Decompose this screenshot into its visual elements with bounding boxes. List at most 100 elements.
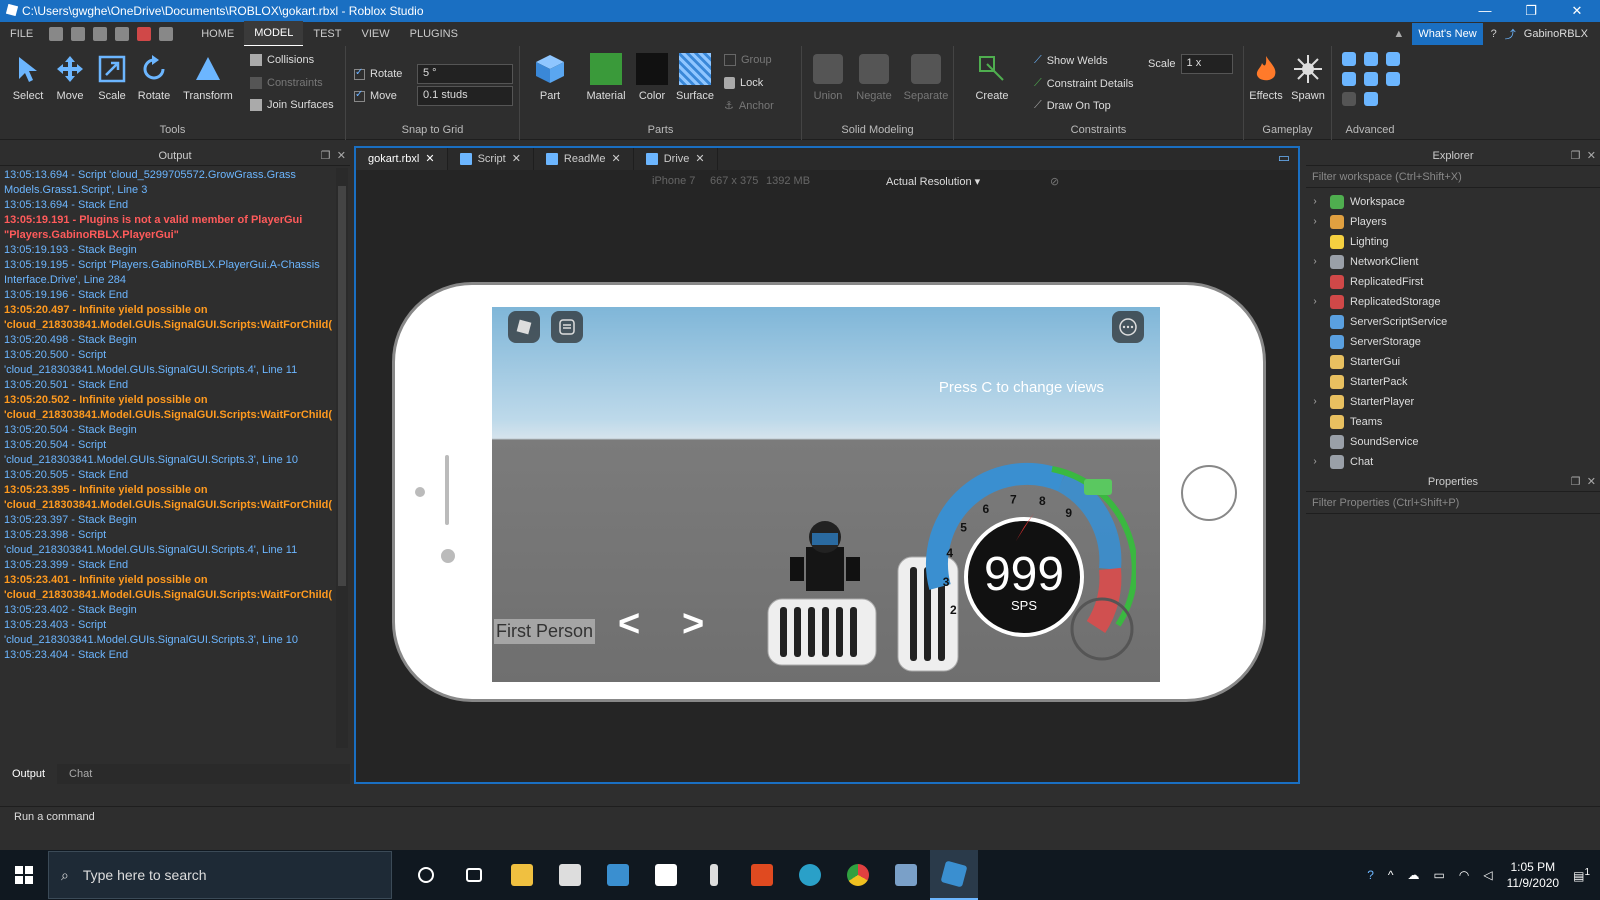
explorer-item[interactable]: Lighting: [1306, 232, 1600, 252]
advanced-tool-icon[interactable]: [1364, 52, 1378, 66]
chevron-right-icon[interactable]: ›: [1306, 192, 1324, 212]
collapse-ribbon-icon[interactable]: ▲: [1393, 28, 1404, 40]
explorer-filter-input[interactable]: Filter workspace (Ctrl+Shift+X): [1306, 166, 1600, 188]
advanced-tool-icon[interactable]: [1342, 52, 1356, 66]
taskbar-search-box[interactable]: ⌕ Type here to search: [48, 851, 392, 899]
chrome-icon[interactable]: [834, 850, 882, 900]
union-button[interactable]: Union: [806, 52, 850, 102]
constraints-toggle[interactable]: Constraints: [250, 77, 323, 89]
separate-button[interactable]: Separate: [900, 52, 952, 102]
advanced-tool-icon[interactable]: [1342, 72, 1356, 86]
scale-tool-button[interactable]: Scale: [90, 52, 134, 102]
tab-output[interactable]: Output: [0, 764, 58, 784]
device-name[interactable]: iPhone 7: [652, 175, 695, 187]
tab-home[interactable]: HOME: [191, 22, 244, 46]
redo-icon[interactable]: [93, 27, 108, 41]
new-file-icon[interactable]: [49, 27, 64, 41]
wifi-icon[interactable]: ◠: [1459, 868, 1469, 882]
chevron-up-icon[interactable]: ^: [1388, 868, 1394, 882]
close-panel-icon[interactable]: ✕: [337, 150, 346, 162]
doc-tab-script[interactable]: Script ✕: [448, 148, 534, 170]
undock-icon[interactable]: ❐: [321, 150, 331, 162]
lock-button[interactable]: Lock: [724, 77, 763, 89]
brake-pedal[interactable]: [766, 597, 878, 667]
camera-prev-button[interactable]: <: [618, 603, 640, 646]
move-tool-button[interactable]: Move: [48, 52, 92, 102]
viewport[interactable]: gokart.rbxl ✕ Script ✕ ReadMe ✕ Drive ✕ …: [354, 146, 1300, 784]
cortana-icon[interactable]: [402, 850, 450, 900]
explorer-item[interactable]: › NetworkClient: [1306, 252, 1600, 272]
task-view-icon[interactable]: [450, 850, 498, 900]
maximize-button[interactable]: ❐: [1508, 0, 1554, 22]
advanced-tool-icon[interactable]: [1386, 52, 1400, 66]
team-test-icon[interactable]: [159, 27, 174, 41]
explorer-item[interactable]: ReplicatedFirst: [1306, 272, 1600, 292]
chevron-right-icon[interactable]: ›: [1306, 392, 1324, 412]
rotate-tool-button[interactable]: Rotate: [132, 52, 176, 102]
color-button[interactable]: Color: [630, 52, 674, 102]
game-screen[interactable]: Press C to change views First Person < >: [492, 307, 1160, 682]
create-constraint-button[interactable]: Create: [970, 52, 1014, 102]
tab-view[interactable]: VIEW: [351, 22, 399, 46]
help-icon[interactable]: ?: [1491, 28, 1497, 40]
volume-icon[interactable]: ◁: [1483, 868, 1492, 882]
notification-icon[interactable]: ▤1: [1573, 867, 1590, 883]
material-button[interactable]: Material: [580, 52, 632, 102]
camera-next-button[interactable]: >: [682, 603, 704, 646]
effects-button[interactable]: Effects: [1244, 52, 1288, 102]
anchor-button[interactable]: ⚓ Anchor: [724, 99, 774, 113]
share-icon[interactable]: ⤴: [1505, 26, 1516, 42]
draw-on-top-toggle[interactable]: ⟋ Draw On Top: [1034, 99, 1111, 112]
output-log[interactable]: 13:05:13.694 - Script 'cloud_5299705572.…: [4, 168, 332, 748]
move-snap-checkbox[interactable]: [354, 89, 365, 102]
chevron-right-icon[interactable]: ›: [1306, 212, 1324, 232]
explorer-item[interactable]: SoundService: [1306, 432, 1600, 452]
play-icon[interactable]: [115, 27, 130, 41]
advanced-tool-icon[interactable]: [1342, 92, 1356, 106]
explorer-item[interactable]: › StarterPlayer: [1306, 392, 1600, 412]
chevron-right-icon[interactable]: ›: [1306, 452, 1324, 472]
help-tray-icon[interactable]: ?: [1367, 868, 1374, 882]
device-emulator-icon[interactable]: ▭: [1278, 150, 1290, 166]
office-icon[interactable]: [738, 850, 786, 900]
group-button[interactable]: Group: [724, 54, 772, 66]
doc-tab-drive[interactable]: Drive ✕: [634, 148, 718, 170]
mail-icon[interactable]: [594, 850, 642, 900]
constraint-scale-input[interactable]: 1 x: [1180, 54, 1233, 74]
dropbox-icon[interactable]: [642, 850, 690, 900]
close-tab-icon[interactable]: ✕: [512, 148, 521, 170]
undock-icon[interactable]: ❐: [1571, 476, 1581, 488]
close-panel-icon[interactable]: ✕: [1587, 476, 1596, 488]
roblox-menu-button[interactable]: [508, 311, 540, 343]
onedrive-icon[interactable]: ☁: [1408, 868, 1420, 882]
stop-icon[interactable]: [137, 27, 152, 41]
clock[interactable]: 1:05 PM 11/9/2020: [1507, 859, 1560, 891]
explorer-item[interactable]: › Players: [1306, 212, 1600, 232]
rotate-snap-checkbox[interactable]: [354, 67, 365, 80]
tab-test[interactable]: TEST: [303, 22, 351, 46]
close-button[interactable]: ✕: [1554, 0, 1600, 22]
resolution-mode-dropdown[interactable]: Actual Resolution ▾: [886, 175, 980, 188]
explorer-item[interactable]: ServerScriptService: [1306, 312, 1600, 332]
constraint-details-toggle[interactable]: ⟋ Constraint Details: [1034, 77, 1134, 90]
explorer-item[interactable]: ServerStorage: [1306, 332, 1600, 352]
select-tool-button[interactable]: Select: [6, 52, 50, 102]
edge-icon[interactable]: [786, 850, 834, 900]
close-panel-icon[interactable]: ✕: [1587, 150, 1596, 162]
close-tab-icon[interactable]: ✕: [612, 148, 621, 170]
doc-tab-gokart[interactable]: gokart.rbxl ✕: [356, 148, 448, 170]
more-options-button[interactable]: [1112, 311, 1144, 343]
rotate-snap-input[interactable]: 5 °: [417, 64, 513, 84]
explorer-item[interactable]: StarterPack: [1306, 372, 1600, 392]
surface-button[interactable]: Surface: [670, 52, 720, 102]
transform-tool-button[interactable]: Transform: [180, 52, 236, 102]
explorer-item[interactable]: › Workspace: [1306, 192, 1600, 212]
advanced-tool-icon[interactable]: [1386, 72, 1400, 86]
user-name[interactable]: GabinoRBLX: [1524, 28, 1588, 40]
explorer-item[interactable]: › ReplicatedStorage: [1306, 292, 1600, 312]
advanced-tool-icon[interactable]: [1364, 72, 1378, 86]
chat-toggle-button[interactable]: [551, 311, 583, 343]
store-icon[interactable]: [546, 850, 594, 900]
start-button[interactable]: [0, 850, 48, 900]
spawn-button[interactable]: Spawn: [1286, 52, 1330, 102]
